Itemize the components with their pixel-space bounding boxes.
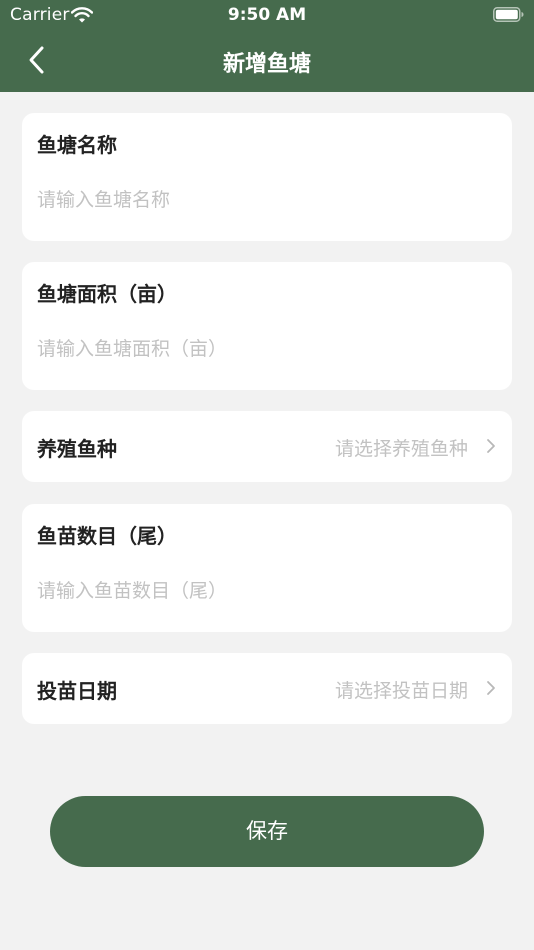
battery-icon <box>493 7 524 22</box>
pond-name-card: 鱼塘名称 <box>22 113 512 241</box>
pond-name-label: 鱼塘名称 <box>37 133 117 157</box>
fry-count-card: 鱼苗数目（尾） <box>22 504 512 632</box>
fish-species-placeholder: 请选择养殖鱼种 <box>334 438 468 460</box>
page-title: 新增鱼塘 <box>222 52 311 77</box>
navigation-bar: 新增鱼塘 <box>0 30 534 92</box>
app-header: Carrier 9:50 AM 新增鱼塘 <box>0 0 534 92</box>
status-bar: Carrier 9:50 AM <box>0 0 534 30</box>
fry-count-input[interactable] <box>37 574 497 608</box>
status-time: 9:50 AM <box>227 5 307 25</box>
pond-name-input[interactable] <box>37 183 497 217</box>
chevron-right-icon <box>487 681 495 695</box>
stocking-date-label: 投苗日期 <box>37 679 117 703</box>
fry-count-label: 鱼苗数目（尾） <box>37 524 177 548</box>
pond-area-label: 鱼塘面积（亩） <box>37 282 177 306</box>
save-button[interactable]: 保存 <box>50 796 484 867</box>
chevron-right-icon <box>487 439 495 453</box>
stocking-date-placeholder: 请选择投苗日期 <box>334 680 468 702</box>
pond-area-input[interactable] <box>37 332 497 366</box>
fish-species-label: 养殖鱼种 <box>37 437 117 461</box>
fish-species-selector[interactable]: 养殖鱼种 请选择养殖鱼种 <box>22 411 512 482</box>
pond-area-card: 鱼塘面积（亩） <box>22 262 512 390</box>
stocking-date-selector[interactable]: 投苗日期 请选择投苗日期 <box>22 653 512 724</box>
